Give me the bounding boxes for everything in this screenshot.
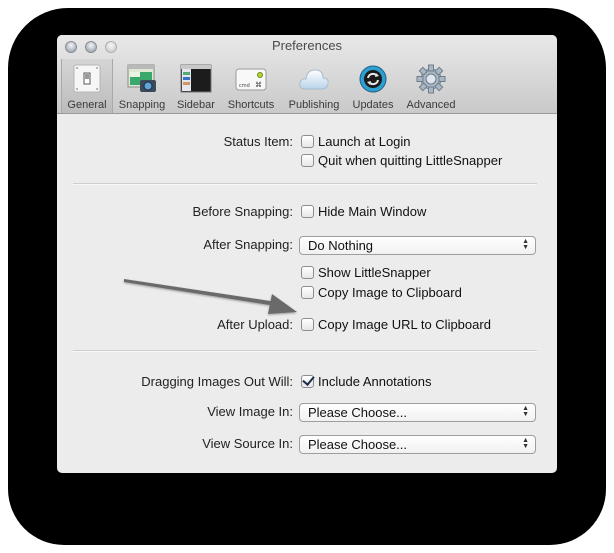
launch-at-login-text: Launch at Login xyxy=(318,134,411,149)
tab-general[interactable]: General xyxy=(61,59,113,113)
tab-shortcuts-label: Shortcuts xyxy=(227,99,275,111)
view-source-in-value: Please Choose... xyxy=(308,437,408,452)
separator xyxy=(73,350,537,352)
after-upload-label: After Upload: xyxy=(217,317,293,332)
up-down-arrows-icon: ▲ ▼ xyxy=(522,405,529,418)
copy-image-clipboard-text: Copy Image to Clipboard xyxy=(318,285,462,300)
svg-text:⌘: ⌘ xyxy=(255,81,262,89)
view-source-in-label: View Source In: xyxy=(202,436,293,451)
general-pane: Status Item: Launch at Login Quit when q… xyxy=(57,114,557,473)
view-image-in-value: Please Choose... xyxy=(308,405,408,420)
after-snapping-label: After Snapping: xyxy=(203,237,293,252)
tab-advanced-label: Advanced xyxy=(406,99,456,111)
view-image-in-select[interactable]: Please Choose... ▲ ▼ xyxy=(299,403,536,422)
after-snapping-value: Do Nothing xyxy=(308,238,374,253)
keyboard-key-icon: cmd ⌘ xyxy=(235,68,267,91)
hide-main-window-text: Hide Main Window xyxy=(318,204,427,219)
tab-snapping[interactable]: Snapping xyxy=(114,59,170,113)
before-snapping-label: Before Snapping: xyxy=(192,204,293,219)
quit-when-quitting-checkbox[interactable] xyxy=(301,154,314,167)
status-item-label: Status Item: xyxy=(223,134,293,149)
hide-main-window-checkbox[interactable] xyxy=(301,205,314,218)
after-snapping-select[interactable]: Do Nothing ▲ ▼ xyxy=(299,236,536,255)
show-littlesnapper-checkbox[interactable] xyxy=(301,266,314,279)
launch-at-login-checkbox[interactable] xyxy=(301,135,314,148)
tab-shortcuts[interactable]: cmd ⌘ Shortcuts xyxy=(222,59,280,113)
dragging-images-label: Dragging Images Out Will: xyxy=(141,374,293,389)
window-title: Preferences xyxy=(271,38,343,53)
include-annotations-checkbox[interactable] xyxy=(301,375,314,388)
up-down-arrows-icon: ▲ ▼ xyxy=(522,437,529,450)
camera-snapshot-icon xyxy=(127,64,156,92)
quit-when-quitting-text: Quit when quitting LittleSnapper xyxy=(318,153,503,168)
cloud-icon xyxy=(299,69,329,90)
tab-updates[interactable]: Updates xyxy=(347,59,399,113)
up-down-arrows-icon: ▲ ▼ xyxy=(522,238,529,251)
include-annotations-text: Include Annotations xyxy=(318,374,432,389)
svg-text:cmd: cmd xyxy=(239,83,250,89)
view-source-in-select[interactable]: Please Choose... ▲ ▼ xyxy=(299,435,536,454)
tab-sidebar-label: Sidebar xyxy=(177,99,215,111)
show-littlesnapper-text: Show LittleSnapper xyxy=(318,265,431,280)
tab-general-label: General xyxy=(67,99,107,111)
view-image-in-label: View Image In: xyxy=(207,404,293,419)
sidebar-window-icon xyxy=(180,64,212,93)
tab-advanced[interactable]: Advanced xyxy=(401,59,461,113)
separator xyxy=(73,183,537,185)
copy-image-url-text: Copy Image URL to Clipboard xyxy=(318,317,491,332)
copy-image-clipboard-checkbox[interactable] xyxy=(301,286,314,299)
title-bar: Preferences General Snapping Sidebar cmd… xyxy=(57,35,557,114)
tab-sidebar[interactable]: Sidebar xyxy=(171,59,221,113)
tab-publishing-label: Publishing xyxy=(288,99,340,111)
tab-publishing[interactable]: Publishing xyxy=(283,59,345,113)
tab-snapping-label: Snapping xyxy=(118,99,166,111)
gear-icon xyxy=(416,64,446,94)
refresh-icon xyxy=(359,65,387,93)
preferences-window: Preferences General Snapping Sidebar cmd… xyxy=(57,35,557,473)
light-switch-icon xyxy=(73,64,101,93)
copy-image-url-checkbox[interactable] xyxy=(301,318,314,331)
tab-updates-label: Updates xyxy=(352,99,394,111)
